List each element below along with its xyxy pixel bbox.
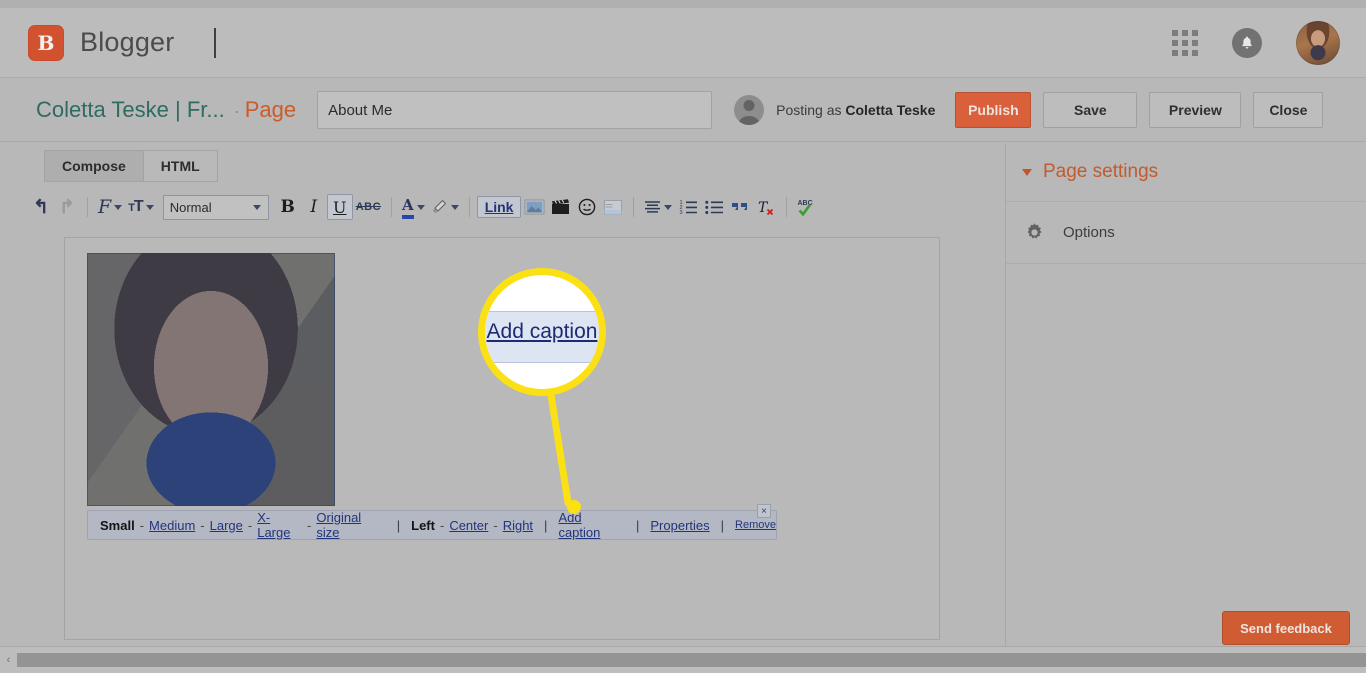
bulleted-list-icon[interactable]	[701, 194, 727, 220]
scrollbar-thumb[interactable]	[17, 653, 1366, 667]
sep: -	[200, 517, 205, 533]
posting-as-label: Posting as Coletta Teske	[776, 102, 935, 118]
user-avatar[interactable]	[1296, 20, 1340, 65]
strikethrough-icon[interactable]: ABC	[353, 194, 384, 220]
blockquote-icon[interactable]	[727, 194, 753, 220]
sep: -	[439, 517, 445, 533]
posting-as-avatar-icon	[734, 95, 765, 125]
blogger-logo-icon: B	[28, 24, 64, 61]
editor-mode-tabs: Compose HTML	[44, 150, 218, 182]
page-settings-header[interactable]: Page settings	[1006, 143, 1366, 202]
font-size-icon[interactable]: TT	[125, 194, 157, 220]
sep: |	[636, 517, 640, 533]
tab-html[interactable]: HTML	[143, 150, 218, 182]
italic-icon[interactable]: I	[301, 194, 327, 220]
text-cursor	[214, 27, 217, 58]
toolbar-divider	[786, 197, 788, 217]
spellcheck-icon[interactable]: ABC	[794, 194, 821, 220]
text-color-icon[interactable]: A	[399, 194, 428, 220]
horizontal-scrollbar[interactable]: ‹	[0, 646, 1366, 673]
publish-button[interactable]: Publish	[955, 92, 1032, 128]
svg-text:3: 3	[679, 210, 682, 215]
sep: |	[544, 517, 548, 533]
send-feedback-button[interactable]: Send feedback	[1222, 611, 1350, 645]
breadcrumb: Coletta Teske | Fr... · Page	[36, 97, 296, 123]
highlight-color-icon[interactable]	[428, 194, 462, 220]
post-content-area[interactable]: Small - Medium - Large - X-Large - Origi…	[64, 237, 940, 640]
sep: -	[247, 517, 253, 533]
breadcrumb-separator: ·	[233, 101, 240, 121]
image-align-center[interactable]: Center	[449, 518, 488, 533]
image-size-large[interactable]: Large	[210, 518, 243, 533]
image-align-right[interactable]: Right	[503, 518, 533, 533]
toolbar-divider	[87, 197, 88, 217]
selected-image[interactable]	[87, 253, 335, 506]
sep: |	[720, 517, 725, 533]
image-properties-link[interactable]: Properties	[650, 518, 709, 533]
window-top-strip	[0, 0, 1366, 8]
insert-link-button[interactable]: Link	[476, 196, 522, 218]
close-button[interactable]: Close	[1253, 92, 1324, 128]
font-family-icon[interactable]: F	[95, 194, 125, 220]
sep: -	[139, 517, 145, 533]
image-size-original[interactable]: Original size	[316, 510, 385, 540]
underline-icon[interactable]: U	[326, 194, 353, 220]
insert-video-icon[interactable]	[548, 194, 574, 220]
image-size-xlarge[interactable]: X-Large	[257, 510, 302, 540]
formatting-toolbar: ↰ ↱ F TT Normal B I U ABC A Link 1 2 3 T…	[28, 189, 1005, 225]
insert-image-icon[interactable]	[521, 194, 548, 220]
preview-button[interactable]: Preview	[1149, 92, 1242, 128]
page-settings-title: Page settings	[1043, 161, 1159, 182]
jump-break-icon[interactable]	[600, 194, 626, 220]
sep: -	[307, 517, 312, 533]
toolbar-divider	[468, 197, 470, 217]
numbered-list-icon[interactable]: 123	[675, 194, 701, 220]
sidebar-item-options-label: Options	[1063, 224, 1115, 241]
image-options-toolbar: Small - Medium - Large - X-Large - Origi…	[87, 504, 777, 540]
scrollbar-track[interactable]	[17, 653, 1366, 667]
page-settings-sidebar: Page settings Options Send feedback	[1005, 143, 1366, 646]
sidebar-item-options[interactable]: Options	[1006, 202, 1366, 264]
triangle-down-icon	[1022, 168, 1032, 176]
post-action-bar: Coletta Teske | Fr... · Page Posting as …	[0, 79, 1366, 142]
image-align-left[interactable]: Left	[411, 518, 435, 533]
app-header: B Blogger	[0, 8, 1366, 78]
blogger-logo-letter: B	[37, 30, 55, 55]
brand-name: Blogger	[80, 27, 175, 57]
gear-icon	[1027, 223, 1042, 239]
paragraph-format-value: Normal	[169, 199, 212, 215]
posting-as-block: Posting as Coletta Teske	[734, 95, 935, 125]
scroll-left-arrow-icon[interactable]: ‹	[0, 654, 17, 666]
remove-formatting-icon[interactable]: T	[753, 194, 779, 220]
image-size-small[interactable]: Small	[100, 518, 135, 533]
posting-as-prefix: Posting as	[776, 102, 846, 118]
notifications-bell-icon[interactable]	[1232, 27, 1262, 58]
alignment-icon[interactable]	[641, 194, 675, 220]
save-button[interactable]: Save	[1043, 92, 1138, 128]
breadcrumb-page-label: Page	[244, 97, 297, 122]
redo-icon[interactable]: ↱	[54, 194, 80, 220]
breadcrumb-blog-name[interactable]: Coletta Teske | Fr...	[36, 97, 225, 123]
insert-emoji-icon[interactable]	[574, 194, 600, 220]
paragraph-format-select[interactable]: Normal	[162, 194, 269, 220]
editor-pane: Compose HTML ↰ ↱ F TT Normal B I U ABC A	[0, 143, 1005, 646]
toolbar-divider	[391, 197, 393, 217]
sep: |	[396, 517, 401, 533]
header-actions	[1172, 20, 1340, 65]
page-title-input[interactable]	[317, 91, 713, 129]
image-size-medium[interactable]: Medium	[149, 518, 195, 533]
sep: -	[493, 517, 498, 533]
blogger-brand[interactable]: B Blogger	[28, 24, 175, 61]
image-remove-link[interactable]: Remove	[735, 519, 776, 531]
apps-grid-icon[interactable]	[1172, 29, 1198, 56]
toolbar-divider	[633, 197, 635, 217]
add-caption-link[interactable]: Add caption	[558, 510, 625, 540]
undo-icon[interactable]: ↰	[28, 194, 54, 220]
bold-icon[interactable]: B	[275, 194, 301, 220]
blogger-page-editor: B Blogger Coletta Teske | Fr... · Page A…	[0, 0, 1366, 673]
tab-compose[interactable]: Compose	[44, 150, 144, 182]
close-icon[interactable]: ×	[757, 504, 771, 518]
posting-as-username: Coletta Teske	[845, 102, 936, 118]
chevron-down-icon	[252, 204, 261, 210]
